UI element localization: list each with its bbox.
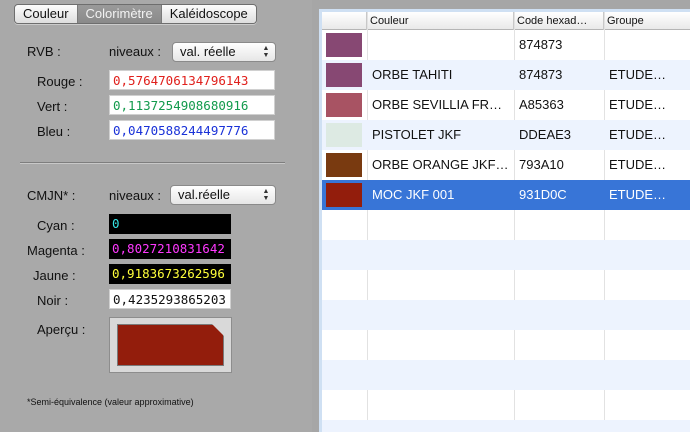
row-color-name: ORBE SEVILLIA FR…	[372, 97, 503, 112]
cyan-field[interactable]: 0	[109, 214, 231, 234]
cyan-label: Cyan :	[37, 218, 75, 233]
header-code-hex[interactable]: Code hexad…	[514, 12, 604, 30]
row-color-swatch	[326, 153, 362, 177]
table-row	[322, 390, 690, 420]
row-group: ETUDE…	[609, 67, 667, 82]
row-color-name: ORBE ORANGE JKF…	[372, 157, 509, 172]
rvb-niveaux-select[interactable]: val. réelle ▲ ▼	[172, 42, 276, 62]
vert-field[interactable]: 0,1137254908680916	[109, 95, 275, 115]
row-color-swatch	[326, 93, 362, 117]
apercu-label: Aperçu :	[37, 322, 86, 337]
table-row[interactable]: MOC JKF 001 931D0C ETUDE…	[322, 180, 690, 210]
row-color-name: PISTOLET JKF	[372, 127, 462, 142]
table-row[interactable]: PISTOLET JKF DDEAE3 ETUDE…	[322, 120, 690, 150]
row-hex-code: A85363	[519, 97, 564, 112]
row-group: ETUDE…	[609, 97, 667, 112]
table-row[interactable]: ORBE TAHITI 874873 ETUDE…	[322, 60, 690, 90]
table-header: Couleur Code hexad… Groupe	[322, 12, 690, 30]
row-group: ETUDE…	[609, 187, 667, 202]
row-color-swatch	[326, 123, 362, 147]
select-arrows-icon: ▲ ▼	[262, 45, 270, 59]
rouge-field[interactable]: 0,5764706134796143	[109, 70, 275, 90]
row-hex-code: 793A10	[519, 157, 564, 172]
magenta-field[interactable]: 0,8027210831642	[109, 239, 231, 259]
header-couleur[interactable]: Couleur	[367, 12, 514, 30]
swatch-corner-icon	[212, 324, 224, 336]
header-swatch-column[interactable]	[322, 12, 367, 30]
table-row[interactable]: 874873	[322, 30, 690, 60]
row-hex-code: 874873	[519, 67, 563, 82]
cmjn-niveaux-label: niveaux :	[109, 188, 162, 203]
apercu-swatch[interactable]	[117, 324, 224, 366]
vert-label: Vert :	[37, 99, 68, 114]
jaune-label: Jaune :	[33, 268, 76, 283]
tab-colorimetre[interactable]: Colorimètre	[77, 5, 162, 23]
rouge-label: Rouge :	[37, 74, 83, 89]
cmjn-niveaux-select[interactable]: val.réelle ▲ ▼	[170, 185, 276, 205]
section-divider	[20, 162, 285, 163]
row-color-swatch	[326, 33, 362, 57]
rvb-label: RVB :	[27, 44, 61, 59]
rvb-niveaux-label: niveaux :	[109, 44, 162, 59]
table-row	[322, 330, 690, 360]
row-color-name: MOC JKF 001	[372, 187, 455, 202]
magenta-label: Magenta :	[27, 243, 85, 258]
table-row	[322, 300, 690, 330]
row-color-name: ORBE TAHITI	[372, 67, 453, 82]
footnote: *Semi-équivalence (valeur approximative)	[27, 397, 194, 407]
header-groupe[interactable]: Groupe	[604, 12, 690, 30]
row-color-swatch	[326, 183, 362, 207]
row-hex-code: DDEAE3	[519, 127, 572, 142]
row-group	[605, 30, 690, 60]
rvb-select-value: val. réelle	[180, 44, 236, 59]
jaune-field[interactable]: 0,9183673262596	[109, 264, 231, 284]
table-row[interactable]: ORBE ORANGE JKF… 793A10 ETUDE…	[322, 150, 690, 180]
table-row	[322, 210, 690, 240]
color-table: Couleur Code hexad… Groupe 874873 ORBE TA…	[319, 9, 690, 432]
apercu-well	[109, 317, 232, 373]
table-row[interactable]: ORBE SEVILLIA FR… A85363 ETUDE…	[322, 90, 690, 120]
table-row	[322, 420, 690, 432]
tab-couleur[interactable]: Couleur	[15, 5, 78, 23]
row-group: ETUDE…	[609, 127, 667, 142]
row-color-swatch	[326, 63, 362, 87]
tab-kaleidoscope[interactable]: Kaléidoscope	[161, 5, 256, 23]
tab-bar: Couleur Colorimètre Kaléidoscope	[14, 4, 257, 24]
select-arrows-icon: ▲ ▼	[262, 188, 270, 202]
cmjn-label: CMJN* :	[27, 188, 76, 203]
row-group: ETUDE…	[609, 157, 667, 172]
row-hex-code: 931D0C	[519, 187, 567, 202]
bleu-label: Bleu :	[37, 124, 71, 139]
row-hex-code: 874873	[519, 37, 563, 52]
row-color-name	[368, 30, 514, 60]
table-row	[322, 270, 690, 300]
table-row	[322, 360, 690, 390]
noir-field[interactable]: 0,4235293865203	[109, 289, 231, 309]
colorimeter-panel: Couleur Colorimètre Kaléidoscope RVB : n…	[0, 0, 312, 432]
table-row	[322, 240, 690, 270]
noir-label: Noir :	[37, 293, 69, 308]
bleu-field[interactable]: 0,0470588244497776	[109, 120, 275, 140]
cmjn-select-value: val.réelle	[178, 187, 231, 202]
